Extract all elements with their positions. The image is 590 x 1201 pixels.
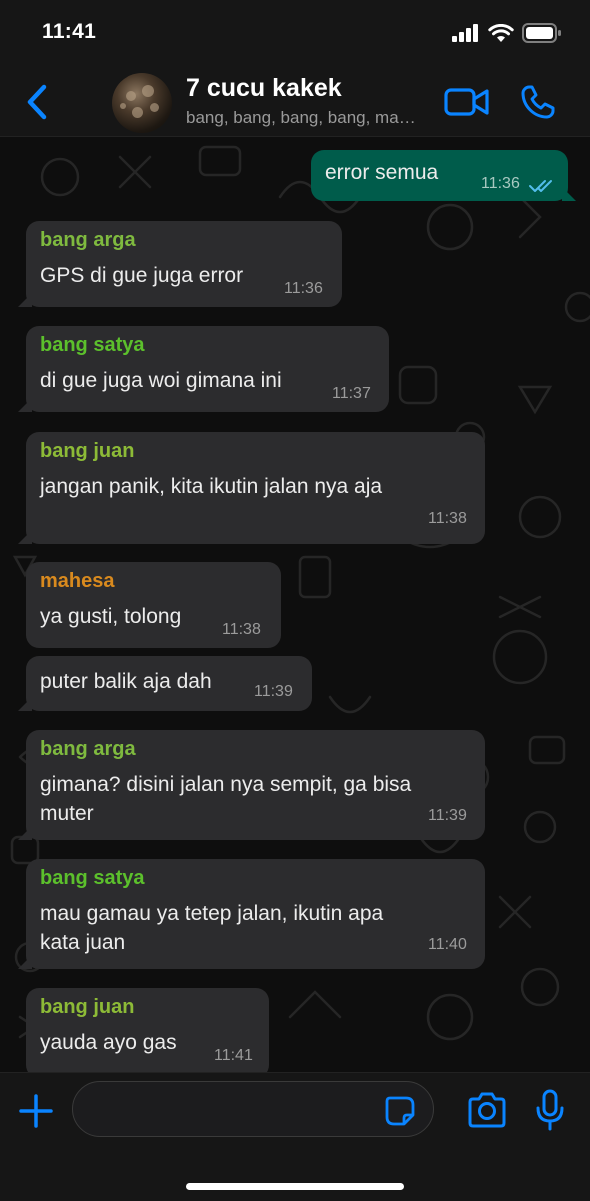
chat-participants[interactable]: bang, bang, bang, bang, mahesa, You xyxy=(186,108,416,128)
message-outgoing[interactable]: error semua 11:36 xyxy=(311,150,576,201)
message-text: jangan panik, kita ikutin jalan nya aja xyxy=(40,475,383,498)
message-time: 11:37 xyxy=(332,385,371,402)
message-text: kata juan xyxy=(40,931,126,954)
message-input[interactable] xyxy=(72,1081,434,1137)
message-sender: bang satya xyxy=(40,334,145,356)
message-sender: bang arga xyxy=(40,229,136,251)
message-text: error semua xyxy=(325,161,439,184)
status-time: 11:41 xyxy=(42,20,97,43)
microphone-icon[interactable] xyxy=(534,1089,566,1131)
wifi-icon xyxy=(488,23,514,42)
message-text: ya gusti, tolong xyxy=(40,605,182,628)
phone-call-icon[interactable] xyxy=(520,84,556,120)
battery-icon xyxy=(522,23,561,43)
message-text: yauda ayo gas xyxy=(40,1031,177,1054)
message-time: 11:41 xyxy=(214,1047,253,1064)
message-sender: bang satya xyxy=(40,867,145,889)
message-incoming[interactable]: bang satya di gue juga woi gimana ini 11… xyxy=(18,326,389,412)
chat-header: 7 cucu kakek bang, bang, bang, bang, mah… xyxy=(0,68,590,137)
message-incoming[interactable]: bang juan jangan panik, kita ikutin jala… xyxy=(18,432,485,544)
message-incoming[interactable]: bang juan yauda ayo gas 11:41 xyxy=(26,988,269,1072)
chat-title[interactable]: 7 cucu kakek xyxy=(186,74,342,103)
double-check-read-icon xyxy=(529,180,552,192)
message-text: gimana? disini jalan nya sempit, ga bisa xyxy=(40,773,412,796)
message-text: mau gamau ya tetep jalan, ikutin apa xyxy=(40,902,384,925)
video-call-icon[interactable] xyxy=(444,86,490,118)
message-incoming[interactable]: bang arga gimana? disini jalan nya sempi… xyxy=(18,730,485,840)
message-time: 11:38 xyxy=(222,621,261,638)
message-text: muter xyxy=(40,802,94,825)
cellular-signal-icon xyxy=(452,24,478,42)
message-time: 11:40 xyxy=(428,936,467,953)
message-composer xyxy=(0,1072,590,1201)
message-text: GPS di gue juga error xyxy=(40,264,244,287)
message-incoming[interactable]: mahesa ya gusti, tolong 11:38 xyxy=(26,562,281,648)
message-incoming[interactable]: bang satya mau gamau ya tetep jalan, iku… xyxy=(18,859,485,969)
message-time: 11:36 xyxy=(481,175,520,192)
chat-messages-area[interactable]: error semua 11:36 bang arga GPS di gue j… xyxy=(0,137,590,1072)
message-time: 11:39 xyxy=(428,807,467,824)
group-avatar[interactable] xyxy=(112,73,172,133)
message-incoming[interactable]: puter balik aja dah 11:39 xyxy=(18,656,312,711)
camera-icon[interactable] xyxy=(466,1091,508,1129)
home-indicator xyxy=(186,1183,404,1190)
sticker-icon[interactable] xyxy=(384,1095,416,1127)
message-text: puter balik aja dah xyxy=(40,670,212,693)
message-time: 11:39 xyxy=(254,683,293,700)
message-sender: bang juan xyxy=(40,440,135,462)
back-chevron-icon[interactable] xyxy=(22,82,56,122)
status-bar: 11:41 xyxy=(0,0,590,68)
message-incoming[interactable]: bang arga GPS di gue juga error 11:36 xyxy=(18,221,342,307)
status-icons xyxy=(452,22,562,44)
message-sender: bang arga xyxy=(40,738,136,760)
message-sender: mahesa xyxy=(40,570,115,592)
message-text: di gue juga woi gimana ini xyxy=(40,369,282,392)
message-time: 11:38 xyxy=(428,510,467,527)
plus-icon[interactable] xyxy=(18,1093,54,1129)
message-sender: bang juan xyxy=(40,996,135,1018)
message-time: 11:36 xyxy=(284,280,323,297)
